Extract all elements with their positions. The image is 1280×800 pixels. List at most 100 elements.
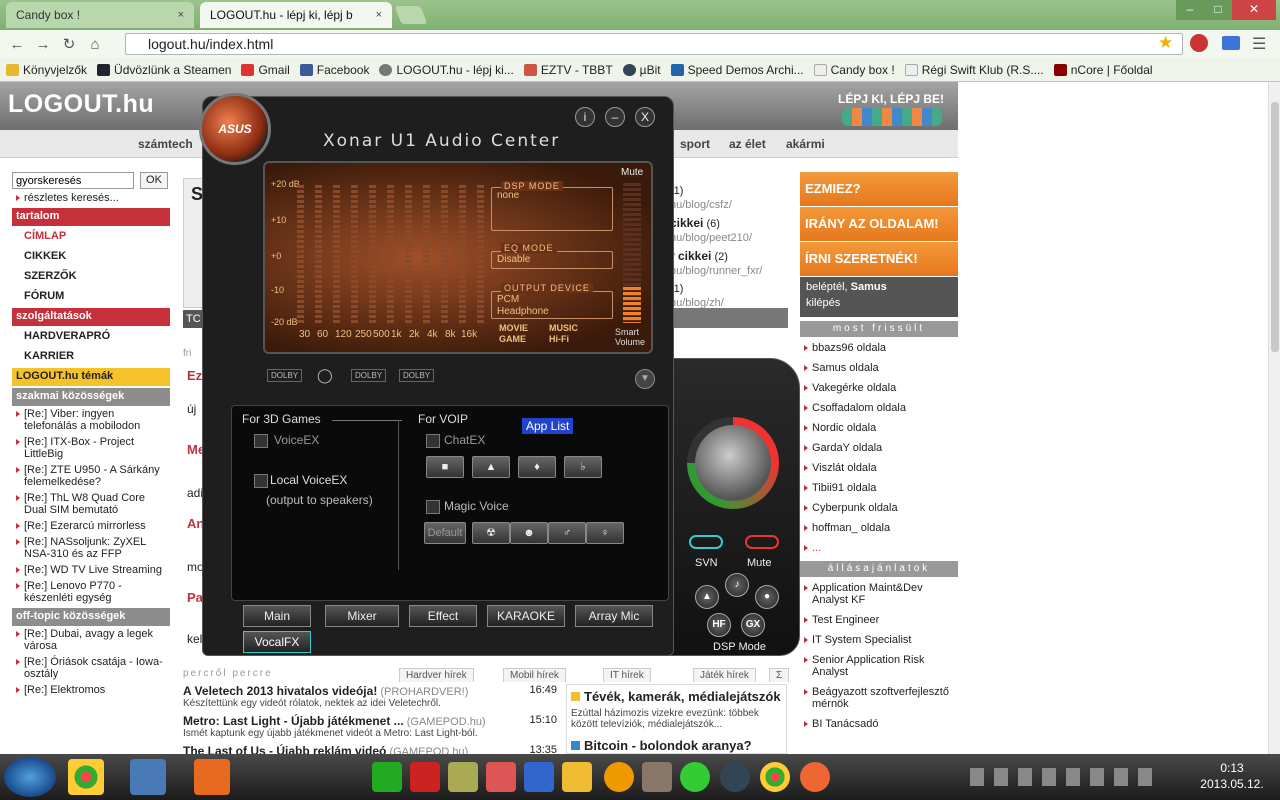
updated-page[interactable]: Vakegérke oldala <box>800 379 958 397</box>
forward-arrow-icon[interactable]: → <box>30 36 56 53</box>
username[interactable]: Samus <box>851 281 887 293</box>
blog-url[interactable]: hu/blog/runner_fxr/ <box>670 264 788 278</box>
start-button[interactable] <box>4 757 56 797</box>
app-taskbar-icon[interactable] <box>680 762 710 792</box>
tab-karaoke[interactable]: KARAOKE <box>487 605 565 627</box>
bookmark-regi-swift[interactable]: Régi Swift Klub (R.S.... <box>904 63 1044 77</box>
utorrent-taskbar-icon[interactable] <box>372 762 402 792</box>
blog-url[interactable]: hu/blog/peet210/ <box>670 231 788 245</box>
info-button[interactable]: i <box>575 107 595 127</box>
expand-button[interactable]: ▼ <box>635 369 655 389</box>
nav-szamtech[interactable]: számtech <box>138 137 193 151</box>
eq-mode-box[interactable]: Disable <box>491 251 613 269</box>
updated-page[interactable]: Tibii91 oldala <box>800 479 958 497</box>
updated-page[interactable]: Samus oldala <box>800 359 958 377</box>
menu-hardverapro[interactable]: HARDVERAPRÓ <box>12 326 170 346</box>
bookmark-facebook[interactable]: Facebook <box>299 63 369 77</box>
save-taskbar-icon[interactable] <box>524 762 554 792</box>
blog-name[interactable]: cikkei <box>670 216 703 230</box>
magic-voice-monster-icon[interactable]: ☢ <box>472 522 510 544</box>
job-item[interactable]: Application Maint&Dev Analyst KF <box>800 579 958 609</box>
logout-link[interactable]: kilépés <box>800 295 958 317</box>
bookmark-logout[interactable]: LOGOUT.hu - lépj ki... <box>379 63 514 77</box>
list-item[interactable]: [Re:] Viber: ingyen telefonálás a mobilo… <box>12 406 170 434</box>
dsp-game-button[interactable]: ▲ <box>695 585 719 609</box>
updated-page[interactable]: Csoffadalom oldala <box>800 399 958 417</box>
blog-url[interactable]: hu/blog/csfz/ <box>670 198 788 212</box>
job-item[interactable]: Senior Application Risk Analyst <box>800 651 958 681</box>
menu-karrier[interactable]: KARRIER <box>12 346 170 366</box>
back-arrow-icon[interactable]: ← <box>4 36 30 53</box>
bookmark-mubit[interactable]: µBit <box>622 63 661 77</box>
output-device-box[interactable]: PCM Headphone <box>491 291 613 319</box>
bookmark-candy-box[interactable]: Candy box ! <box>813 63 895 77</box>
mute-button[interactable] <box>745 535 779 549</box>
list-item[interactable]: [Re:] ITX-Box - Project LittleBig <box>12 434 170 462</box>
app-list-button[interactable]: App List <box>522 418 574 434</box>
tab-array-mic[interactable]: Array Mic <box>575 605 653 627</box>
job-item[interactable]: Test Engineer <box>800 611 958 629</box>
page-scrollbar[interactable] <box>1268 82 1280 754</box>
dsp-mode-box[interactable]: none <box>491 187 613 231</box>
volume-knob[interactable] <box>687 417 779 509</box>
dsp-hf-button[interactable]: HF <box>707 613 731 637</box>
tab-vocalfx[interactable]: VocalFX <box>243 631 311 653</box>
home-icon[interactable]: ⌂ <box>82 36 108 53</box>
blog-count[interactable]: (1) <box>670 184 788 198</box>
dsp-movie-button[interactable]: ● <box>755 585 779 609</box>
menu-forum[interactable]: FÓRUM <box>12 286 170 306</box>
app-taskbar-icon[interactable] <box>410 762 440 792</box>
list-item[interactable]: [Re:] Elektromos <box>12 682 170 698</box>
menu-cimlap[interactable]: CÍMLAP <box>12 226 170 246</box>
firefox-taskbar-icon[interactable] <box>800 762 830 792</box>
nav-akarmi[interactable]: akármi <box>786 137 825 151</box>
tab-candy-box[interactable]: Candy box ! × <box>6 2 194 28</box>
updated-page[interactable]: Nordic oldala <box>800 419 958 437</box>
updated-page[interactable]: Viszlát oldala <box>800 459 958 477</box>
steam-taskbar-icon[interactable] <box>720 762 750 792</box>
svn-button[interactable] <box>689 535 723 549</box>
news-tab-hardver[interactable]: Hardver hírek <box>399 668 474 682</box>
minimize-button[interactable]: – <box>1176 0 1204 20</box>
maximize-button[interactable]: □ <box>1204 0 1232 20</box>
adblock-extension-icon[interactable] <box>1190 34 1208 52</box>
chrome-taskbar-icon[interactable] <box>68 759 104 795</box>
bookmark-folder[interactable]: Könyvjelzők <box>6 63 87 77</box>
bookmark-eztv[interactable]: EZTV - TBBT <box>523 63 613 77</box>
menu-cikkek[interactable]: CIKKEK <box>12 246 170 266</box>
eq-band-bar[interactable] <box>405 185 412 325</box>
chatex-street-icon[interactable]: ♦ <box>518 456 556 478</box>
side-article-title[interactable]: Tévék, kamerák, médialejátszók <box>571 689 782 704</box>
tab-close-icon[interactable]: × <box>376 9 382 21</box>
eq-band-bar[interactable] <box>369 185 376 325</box>
ezmiez-link[interactable]: EZMIEZ? <box>800 172 958 207</box>
chatex-office-icon[interactable]: ■ <box>426 456 464 478</box>
blog-name[interactable]: r cikkei <box>670 249 711 263</box>
side-article-title[interactable]: Bitcoin - bolondok aranya? <box>571 738 782 753</box>
magic-voice-cartoon-icon[interactable]: ☻ <box>510 522 548 544</box>
news-tab-mobil[interactable]: Mobil hírek <box>503 668 566 682</box>
paint-taskbar-icon[interactable] <box>130 759 166 795</box>
bookmark-speed-demos[interactable]: Speed Demos Archi... <box>670 63 804 77</box>
dsp-gx-button[interactable]: GX <box>741 613 765 637</box>
magic-voice-checkbox[interactable] <box>426 500 440 514</box>
news-tab-jatek[interactable]: Játék hírek <box>693 668 756 682</box>
irni-link[interactable]: ÍRNI SZERETNÉK! <box>800 242 958 277</box>
tab-main[interactable]: Main <box>243 605 311 627</box>
magic-voice-female-icon[interactable]: ♀ <box>586 522 624 544</box>
chatex-outdoor-icon[interactable]: ▲ <box>472 456 510 478</box>
list-item[interactable]: [Re:] ZTE U950 - A Sárkány felemelkedése… <box>12 462 170 490</box>
chatex-noise-icon[interactable]: ♭ <box>564 456 602 478</box>
list-item[interactable]: [Re:] Óriások csatája - Iowa-osztály <box>12 654 170 682</box>
article-fragment[interactable]: Pa <box>187 590 203 605</box>
local-voiceex-checkbox[interactable] <box>254 474 268 488</box>
news-item[interactable]: A Veletech 2013 hivatalos videója! (PROH… <box>183 684 563 709</box>
updated-page[interactable]: GardaY oldala <box>800 439 958 457</box>
job-item[interactable]: IT System Specialist <box>800 631 958 649</box>
address-bar[interactable]: logout.hu/index.html <box>125 33 1183 55</box>
more-link[interactable]: ... <box>800 539 958 557</box>
voiceex-checkbox[interactable] <box>254 434 268 448</box>
magic-voice-male-icon[interactable]: ♂ <box>548 522 586 544</box>
tab-logout[interactable]: LOGOUT.hu - lépj ki, lépj b × <box>200 2 392 28</box>
list-item[interactable]: [Re:] ThL W8 Quad Core Dual SIM bemutató <box>12 490 170 518</box>
